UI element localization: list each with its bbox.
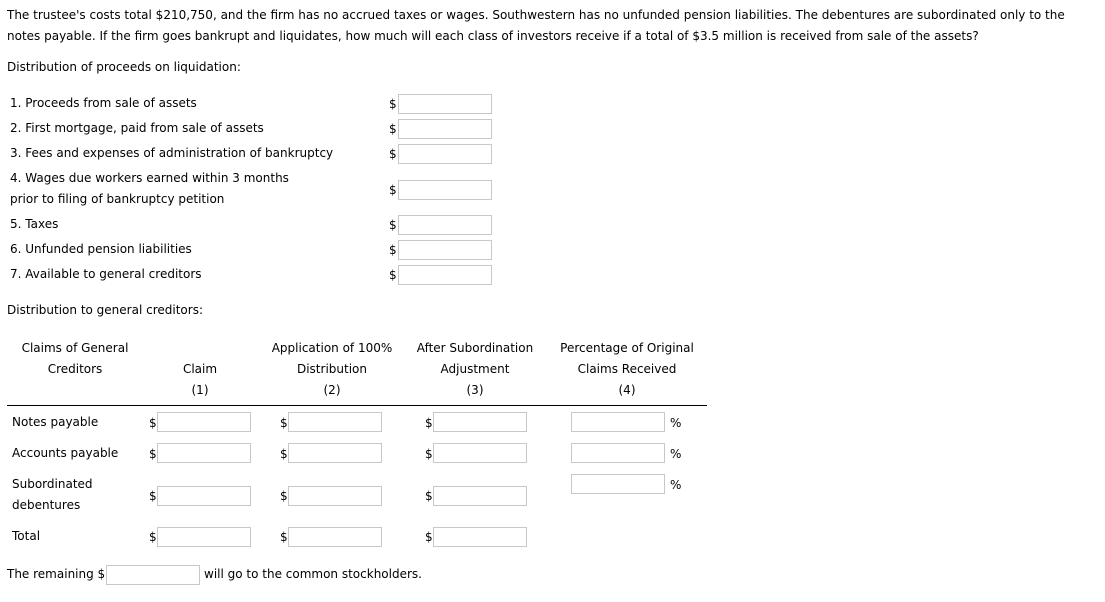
header-line: (3) [466,383,484,397]
dollar-sign: $ [425,416,433,430]
header-line: Distribution [296,362,367,376]
accounts-distribution-input[interactable] [288,443,382,463]
pension-input[interactable] [398,240,492,260]
total-adjustment-input[interactable] [433,527,527,547]
remaining-prefix: The remaining $ [7,567,106,581]
header-line: Application of 100% [271,341,393,355]
header-line: Claims of General [21,341,129,355]
dollar-sign: $ [280,447,288,461]
general-creditors-heading: Distribution to general creditors: [7,303,203,317]
notes-percentage-input[interactable] [571,412,665,432]
dollar-sign: $ [389,218,397,232]
admin-fees-input[interactable] [398,144,492,164]
dollar-sign: $ [149,530,157,544]
header-line: Creditors [47,362,103,376]
debentures-distribution-input[interactable] [288,486,382,506]
taxes-input[interactable] [398,215,492,235]
column-header-distribution: Application of 100% Distribution (2) [262,338,402,401]
total-claim-input[interactable] [157,527,251,547]
dollar-sign: $ [149,416,157,430]
notes-distribution-input[interactable] [288,412,382,432]
header-line: Claims Received [577,362,677,376]
item-label-line1: 4. Wages due workers earned within 3 mon… [10,171,289,185]
proceeds-input[interactable] [398,94,492,114]
dollar-sign: $ [425,489,433,503]
row-label: Accounts payable [12,446,119,460]
remaining-input[interactable] [106,565,200,585]
remaining-suffix: will go to the common stockholders. [204,567,422,581]
row-label-line2: debentures [12,498,81,512]
percent-sign: % [670,478,682,492]
debentures-claim-input[interactable] [157,486,251,506]
row-label: Total [12,529,41,543]
header-line: Percentage of Original [560,341,694,355]
column-header-adjustment: After Subordination Adjustment (3) [405,338,545,401]
row-label-line1: Subordinated [12,477,93,491]
item-label: 2. First mortgage, paid from sale of ass… [10,121,264,135]
dollar-sign: $ [389,97,397,111]
dollar-sign: $ [425,447,433,461]
notes-adjustment-input[interactable] [433,412,527,432]
percent-sign: % [670,416,682,430]
header-line: Adjustment [440,362,510,376]
available-input[interactable] [398,265,492,285]
dollar-sign: $ [389,122,397,136]
column-header-claim: Claim (1) [160,338,240,401]
liquidation-heading: Distribution of proceeds on liquidation: [7,60,241,74]
debentures-adjustment-input[interactable] [433,486,527,506]
wages-input[interactable] [398,180,492,200]
header-line: After Subordination [416,341,534,355]
dollar-sign: $ [389,243,397,257]
dollar-sign: $ [149,447,157,461]
header-line: Claim [182,362,218,376]
item-label: 7. Available to general creditors [10,267,202,281]
header-line: (2) [323,383,341,397]
item-label: 6. Unfunded pension liabilities [10,242,192,256]
header-line [160,338,240,359]
item-label-line2: prior to filing of bankruptcy petition [10,192,225,206]
dollar-sign: $ [149,489,157,503]
table-header-divider [7,405,707,406]
column-header-percentage: Percentage of Original Claims Received (… [552,338,702,401]
first-mortgage-input[interactable] [398,119,492,139]
item-label: 3. Fees and expenses of administration o… [10,146,334,160]
accounts-claim-input[interactable] [157,443,251,463]
dollar-sign: $ [280,416,288,430]
dollar-sign: $ [389,183,397,197]
item-label: 5. Taxes [10,217,59,231]
debentures-percentage-input[interactable] [571,474,665,494]
dollar-sign: $ [389,147,397,161]
header-line: (4) [618,383,636,397]
column-header-creditors: Claims of General Creditors [10,338,140,380]
dollar-sign: $ [280,530,288,544]
notes-claim-input[interactable] [157,412,251,432]
row-label: Notes payable [12,415,99,429]
dollar-sign: $ [389,268,397,282]
item-label: 1. Proceeds from sale of assets [10,96,197,110]
accounts-adjustment-input[interactable] [433,443,527,463]
header-line: (1) [191,383,209,397]
accounts-percentage-input[interactable] [571,443,665,463]
total-distribution-input[interactable] [288,527,382,547]
dollar-sign: $ [280,489,288,503]
question-text: The trustee's costs total $210,750, and … [7,8,1065,43]
percent-sign: % [670,447,682,461]
dollar-sign: $ [425,530,433,544]
